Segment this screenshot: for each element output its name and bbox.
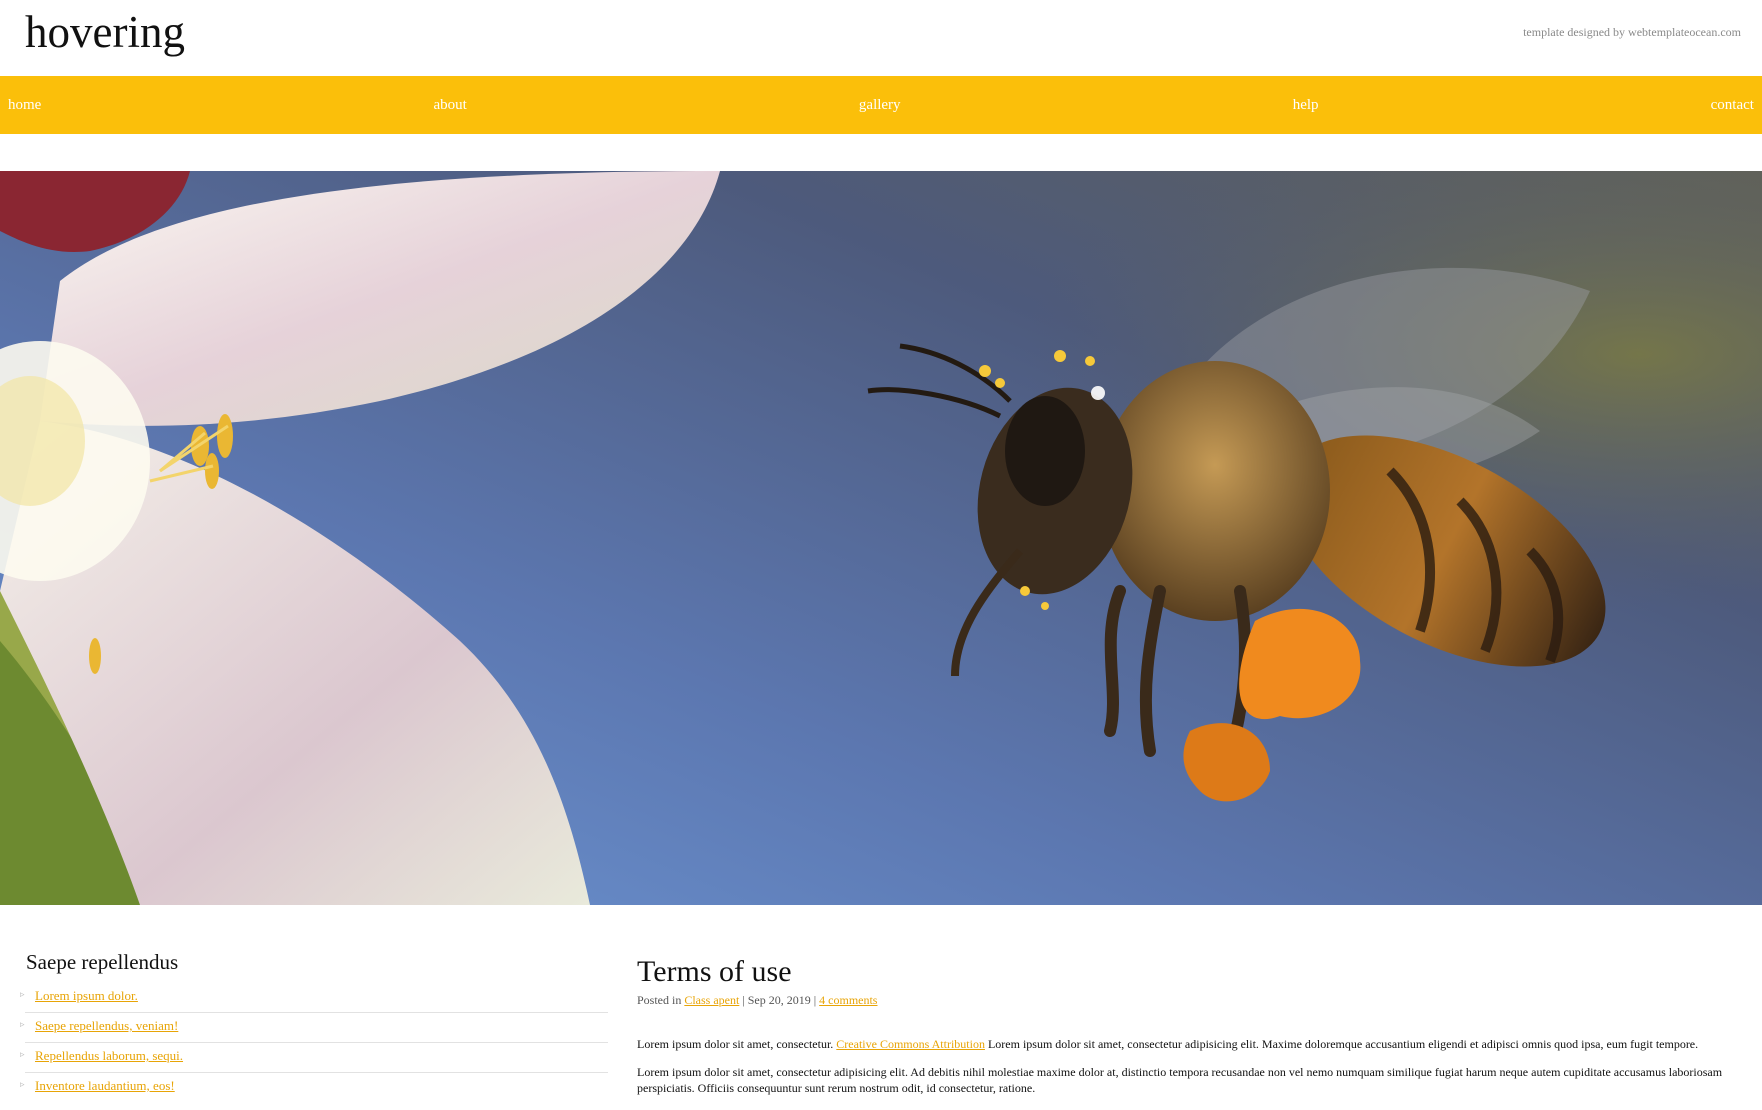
list-item: ▹ Inventore laudantium, eos! (20, 1073, 608, 1103)
article: Terms of use Posted in Class apent | Sep… (637, 953, 1749, 1096)
sidebar: Saepe repellendus ▹ Lorem ipsum dolor. ▹… (20, 950, 608, 1103)
nav-gallery[interactable]: gallery (859, 97, 901, 114)
nav-help[interactable]: help (1293, 97, 1319, 114)
category-link[interactable]: Class apent (684, 993, 739, 1007)
triangle-bullet-icon: ▹ (20, 1019, 25, 1029)
sidebar-link[interactable]: Lorem ipsum dolor. (35, 988, 138, 1003)
article-paragraph-2: Lorem ipsum dolor sit amet, consectetur … (637, 1065, 1723, 1095)
comments-link[interactable]: 4 comments (819, 993, 877, 1007)
nav-home[interactable]: home (8, 97, 41, 114)
article-title: Terms of use (637, 955, 792, 988)
list-item: ▹ Lorem ipsum dolor. (20, 983, 608, 1013)
post-meta: Posted in Class apent | Sep 20, 2019 | 4… (637, 993, 1749, 1008)
nav-contact[interactable]: contact (1711, 97, 1754, 114)
list-item: ▹ Saepe repellendus, veniam! (20, 1013, 608, 1043)
site-title[interactable]: hovering (25, 4, 185, 60)
sidebar-title: Saepe repellendus (26, 950, 179, 974)
template-credit: template designed by webtemplateocean.co… (1523, 25, 1741, 39)
sidebar-link[interactable]: Saepe repellendus, veniam! (35, 1018, 178, 1033)
paragraph-text: Lorem ipsum dolor sit amet, consectetur … (984, 1037, 1699, 1051)
posted-in-label: Posted in (637, 993, 682, 1007)
sidebar-link-list: ▹ Lorem ipsum dolor. ▹ Saepe repellendus… (20, 983, 608, 1103)
main-nav: home about gallery help contact (0, 76, 1762, 134)
post-date: | Sep 20, 2019 | (739, 993, 820, 1007)
header: hovering template designed by webtemplat… (0, 0, 1762, 76)
triangle-bullet-icon: ▹ (20, 1049, 25, 1059)
sidebar-link[interactable]: Inventore laudantium, eos! (35, 1078, 175, 1093)
bee-flower-photo (0, 171, 1762, 905)
license-link[interactable]: Creative Commons Attribution (836, 1037, 985, 1051)
list-item: ▹ Repellendus laborum, sequi. (20, 1043, 608, 1073)
triangle-bullet-icon: ▹ (20, 989, 25, 999)
article-paragraph-1: Lorem ipsum dolor sit amet, consectetur.… (637, 1036, 1749, 1052)
hero-image (0, 171, 1762, 905)
sidebar-link[interactable]: Repellendus laborum, sequi. (35, 1048, 183, 1063)
nav-about[interactable]: about (433, 97, 466, 114)
paragraph-text: Lorem ipsum dolor sit amet, consectetur. (637, 1037, 837, 1051)
triangle-bullet-icon: ▹ (20, 1079, 25, 1089)
